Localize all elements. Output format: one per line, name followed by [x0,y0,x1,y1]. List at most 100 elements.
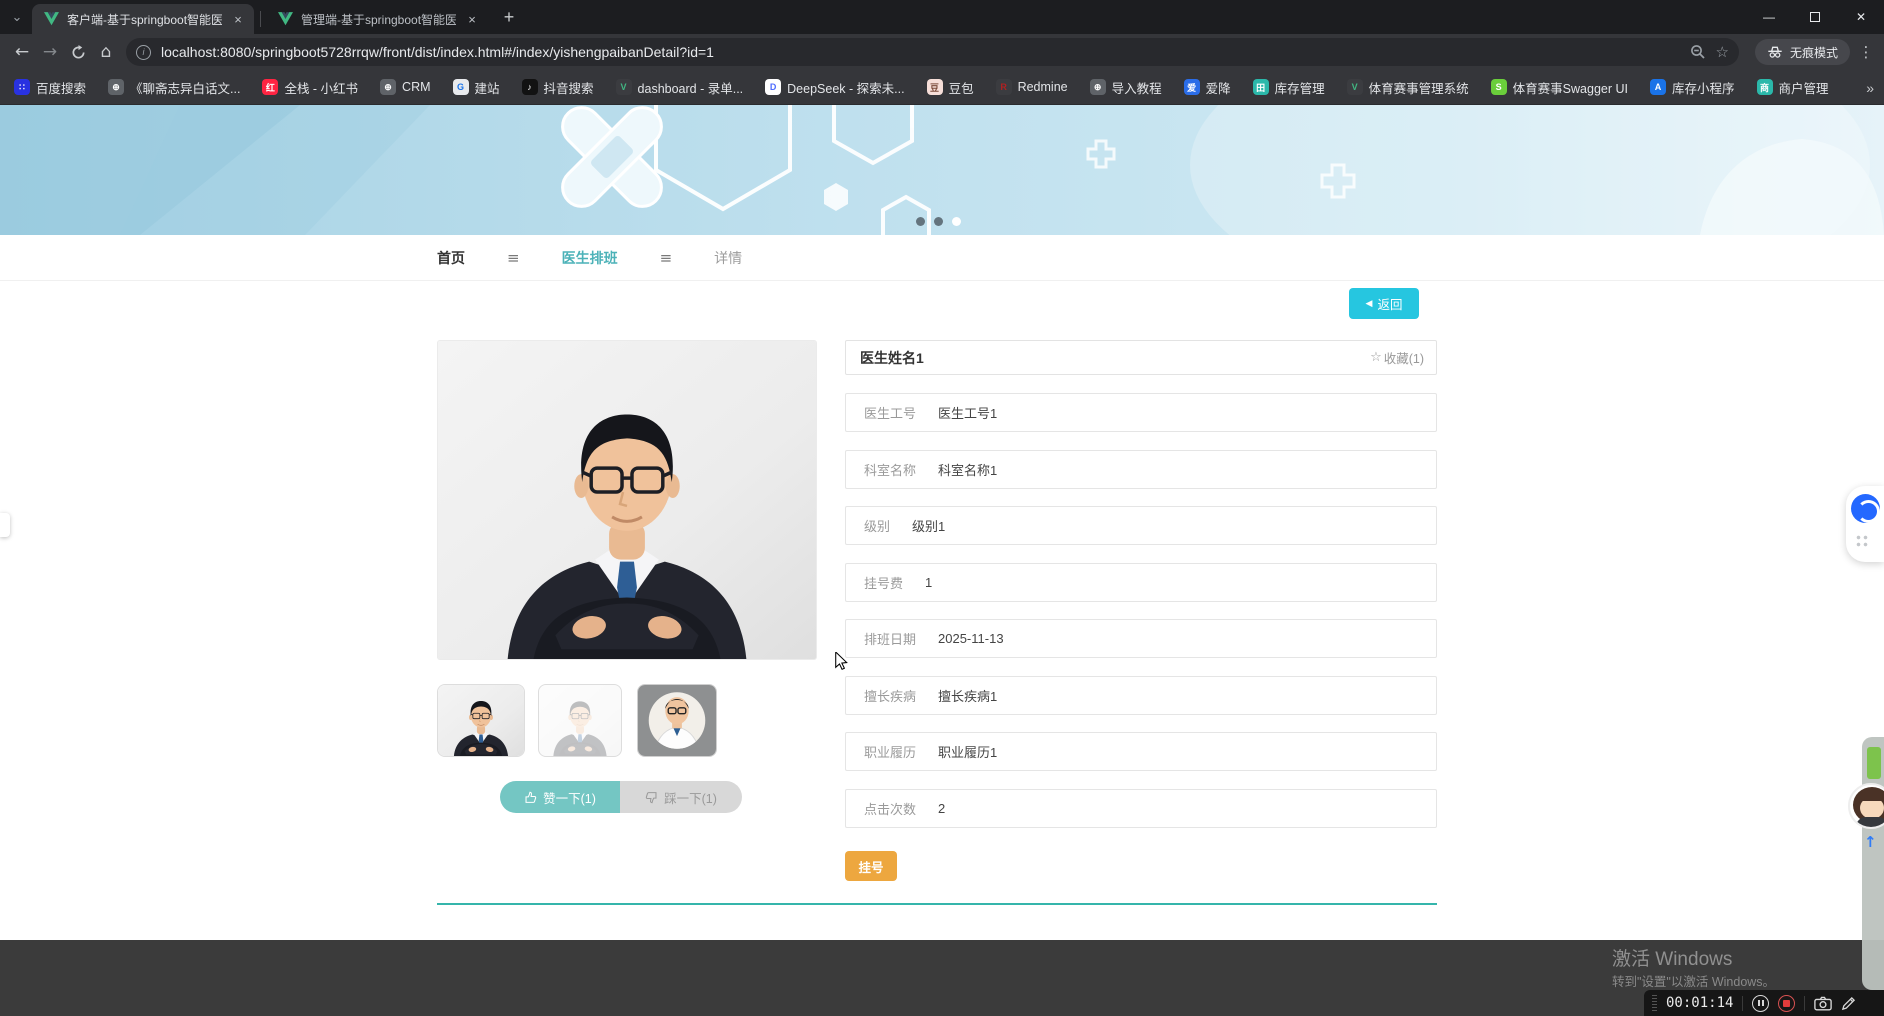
tab-client[interactable]: 客户端-基于springboot智能医 × [32,4,254,34]
close-window-button[interactable]: ✕ [1838,0,1884,34]
doctor-thumbnail-1[interactable] [437,684,525,757]
zoom-icon[interactable] [1690,44,1706,60]
bookmarks-bar: ∷ 百度搜索 ⊕ 《聊斋志异白话文... 红 全栈 - 小红书 ⊕ CRM G … [0,70,1884,105]
bookmark-label: 库存管理 [1274,81,1325,96]
bookmark-favicon: S [1490,79,1507,95]
dislike-button[interactable]: 踩一下(1) [620,781,742,813]
bookmark-item[interactable]: S 体育赛事Swagger UI [1490,78,1628,97]
detail-field-row: 医生工号 医生工号1 [845,393,1437,432]
bookmark-item[interactable]: 豆 豆包 [926,78,974,97]
bookmark-item[interactable]: G 建站 [452,78,500,97]
field-label: 挂号费 [864,575,904,591]
browser-menu-button[interactable]: ⋮ [1856,43,1876,61]
carousel-dot[interactable] [916,217,925,226]
detail-field-row: 排班日期 2025-11-13 [845,619,1437,658]
address-bar[interactable]: i localhost:8080/springboot5728rrqw/fron… [126,38,1739,66]
bookmark-item[interactable]: ⊕ 《聊斋志异白话文... [108,78,240,97]
bookmarks-overflow-button[interactable]: » [1866,70,1874,105]
field-label: 科室名称 [864,462,917,478]
carousel-dot[interactable] [934,217,943,226]
site-info-icon[interactable]: i [136,44,151,60]
bookmark-label: 库存小程序 [1671,81,1735,96]
window-controls: — ✕ [1746,0,1884,34]
register-button[interactable]: 挂号 [845,851,897,881]
drag-handle[interactable] [1652,995,1657,1011]
bookmark-label: 体育赛事管理系统 [1368,81,1469,96]
bookmark-item[interactable]: D DeepSeek - 探索未... [765,78,905,97]
favorite-button[interactable]: ☆ 收藏(1) [1370,348,1424,367]
bookmark-item[interactable]: ♪ 抖音搜索 [521,78,594,97]
bookmark-item[interactable]: 爱 爱降 [1183,78,1231,97]
doctor-thumbnail-3[interactable] [637,684,717,757]
left-edge-widget[interactable] [0,513,10,537]
reload-button[interactable] [64,38,92,66]
tab-close-icon[interactable]: × [464,11,480,27]
pause-button[interactable] [1752,994,1770,1012]
bookmark-label: 导入教程 [1111,81,1162,96]
nav-separator-icon: ≡ [659,248,673,267]
new-tab-button[interactable]: + [496,4,522,30]
doctor-photo [437,340,817,660]
carousel-dot-active[interactable] [952,217,961,226]
url-text[interactable]: localhost:8080/springboot5728rrqw/front/… [161,44,1682,60]
nav-detail[interactable]: 详情 [714,248,742,268]
like-label: 赞一下(1) [543,791,596,806]
home-button[interactable]: ⌂ [92,38,120,66]
bookmark-item[interactable]: R Redmine [995,79,1068,95]
minimize-button[interactable]: — [1746,0,1792,34]
tab-admin[interactable]: 管理端-基于springboot智能医 × [260,4,488,34]
field-label: 级别 [864,519,891,534]
bookmark-label: 豆包 [948,81,974,96]
annotate-pencil-button[interactable] [1841,996,1856,1011]
field-value: 2 [938,800,946,816]
windows-activation-subtitle: 转到"设置"以激活 Windows。 [1612,975,1776,989]
separator [1742,995,1744,1011]
back-button-page[interactable]: ◀ 返回 [1349,288,1419,319]
detail-field-row: 点击次数 2 [845,788,1437,828]
carousel-dots [916,217,961,226]
bookmark-item[interactable]: ∷ 百度搜索 [14,78,86,97]
bookmark-label: CRM [402,80,431,94]
hero-banner [0,105,1884,235]
bookmark-item[interactable]: V dashboard - 录单... [615,78,743,97]
detail-field-row: 擅长疾病 擅长疾病1 [845,675,1437,715]
like-button[interactable]: 赞一下(1) [500,781,620,813]
stop-button[interactable] [1778,994,1796,1012]
tab-list-chevron-icon[interactable]: ⌄ [4,4,30,30]
detail-fields: 医生工号 医生工号1 科室名称 科室名称1 级别 级别1 挂号费 1 排班日期 … [845,393,1437,828]
doctor-title-box: 医生姓名1 ☆ 收藏(1) [845,340,1437,375]
bookmark-label: DeepSeek - 探索未... [787,81,905,96]
screenshot-camera-button[interactable] [1814,996,1833,1011]
back-arrow-icon: ◀ [1365,298,1373,308]
favorite-label: 收藏(1) [1383,352,1424,366]
assistant-drag-dots-icon[interactable] [1855,534,1869,548]
scroll-up-arrow-icon[interactable]: ↑ [1864,833,1877,851]
dislike-label: 踩一下(1) [664,791,717,806]
bookmark-label: 《聊斋志异白话文... [130,81,241,96]
bookmark-item[interactable]: 田 库存管理 [1252,78,1325,97]
bookmark-favicon: V [1346,79,1363,95]
bookmark-item[interactable]: V 体育赛事管理系统 [1346,78,1469,97]
hero-graphic [0,105,1884,235]
bookmark-item[interactable]: A 库存小程序 [1649,78,1735,97]
bookmark-label: 体育赛事Swagger UI [1512,81,1628,96]
forward-button[interactable]: → [36,38,64,66]
bookmark-item[interactable]: ⊕ CRM [380,79,431,95]
assistant-widget[interactable] [1846,486,1884,562]
bookmark-item[interactable]: 红 全栈 - 小红书 [262,78,358,97]
bookmark-item[interactable]: ⊕ 导入教程 [1089,78,1162,97]
detail-field-row: 级别 级别1 [845,506,1437,545]
maximize-button[interactable] [1792,0,1838,34]
assistant-ball-icon[interactable] [1851,494,1880,523]
nav-doctor-schedule[interactable]: 医生排班 [562,248,618,268]
doctor-thumbnail-2[interactable] [538,684,622,757]
bookmark-item[interactable]: 商 商户管理 [1756,78,1829,97]
back-button[interactable]: ← [8,38,36,66]
nav-home[interactable]: 首页 [437,248,465,268]
bookmark-star-icon[interactable]: ☆ [1716,43,1729,61]
bookmark-favicon: G [452,79,469,95]
tab-strip: ⌄ 客户端-基于springboot智能医 × 管理端-基于springboot… [0,0,1884,34]
detail-field-row: 挂号费 1 [845,562,1437,602]
chat-panel-edge[interactable] [1862,737,1884,990]
tab-close-icon[interactable]: × [230,11,246,27]
